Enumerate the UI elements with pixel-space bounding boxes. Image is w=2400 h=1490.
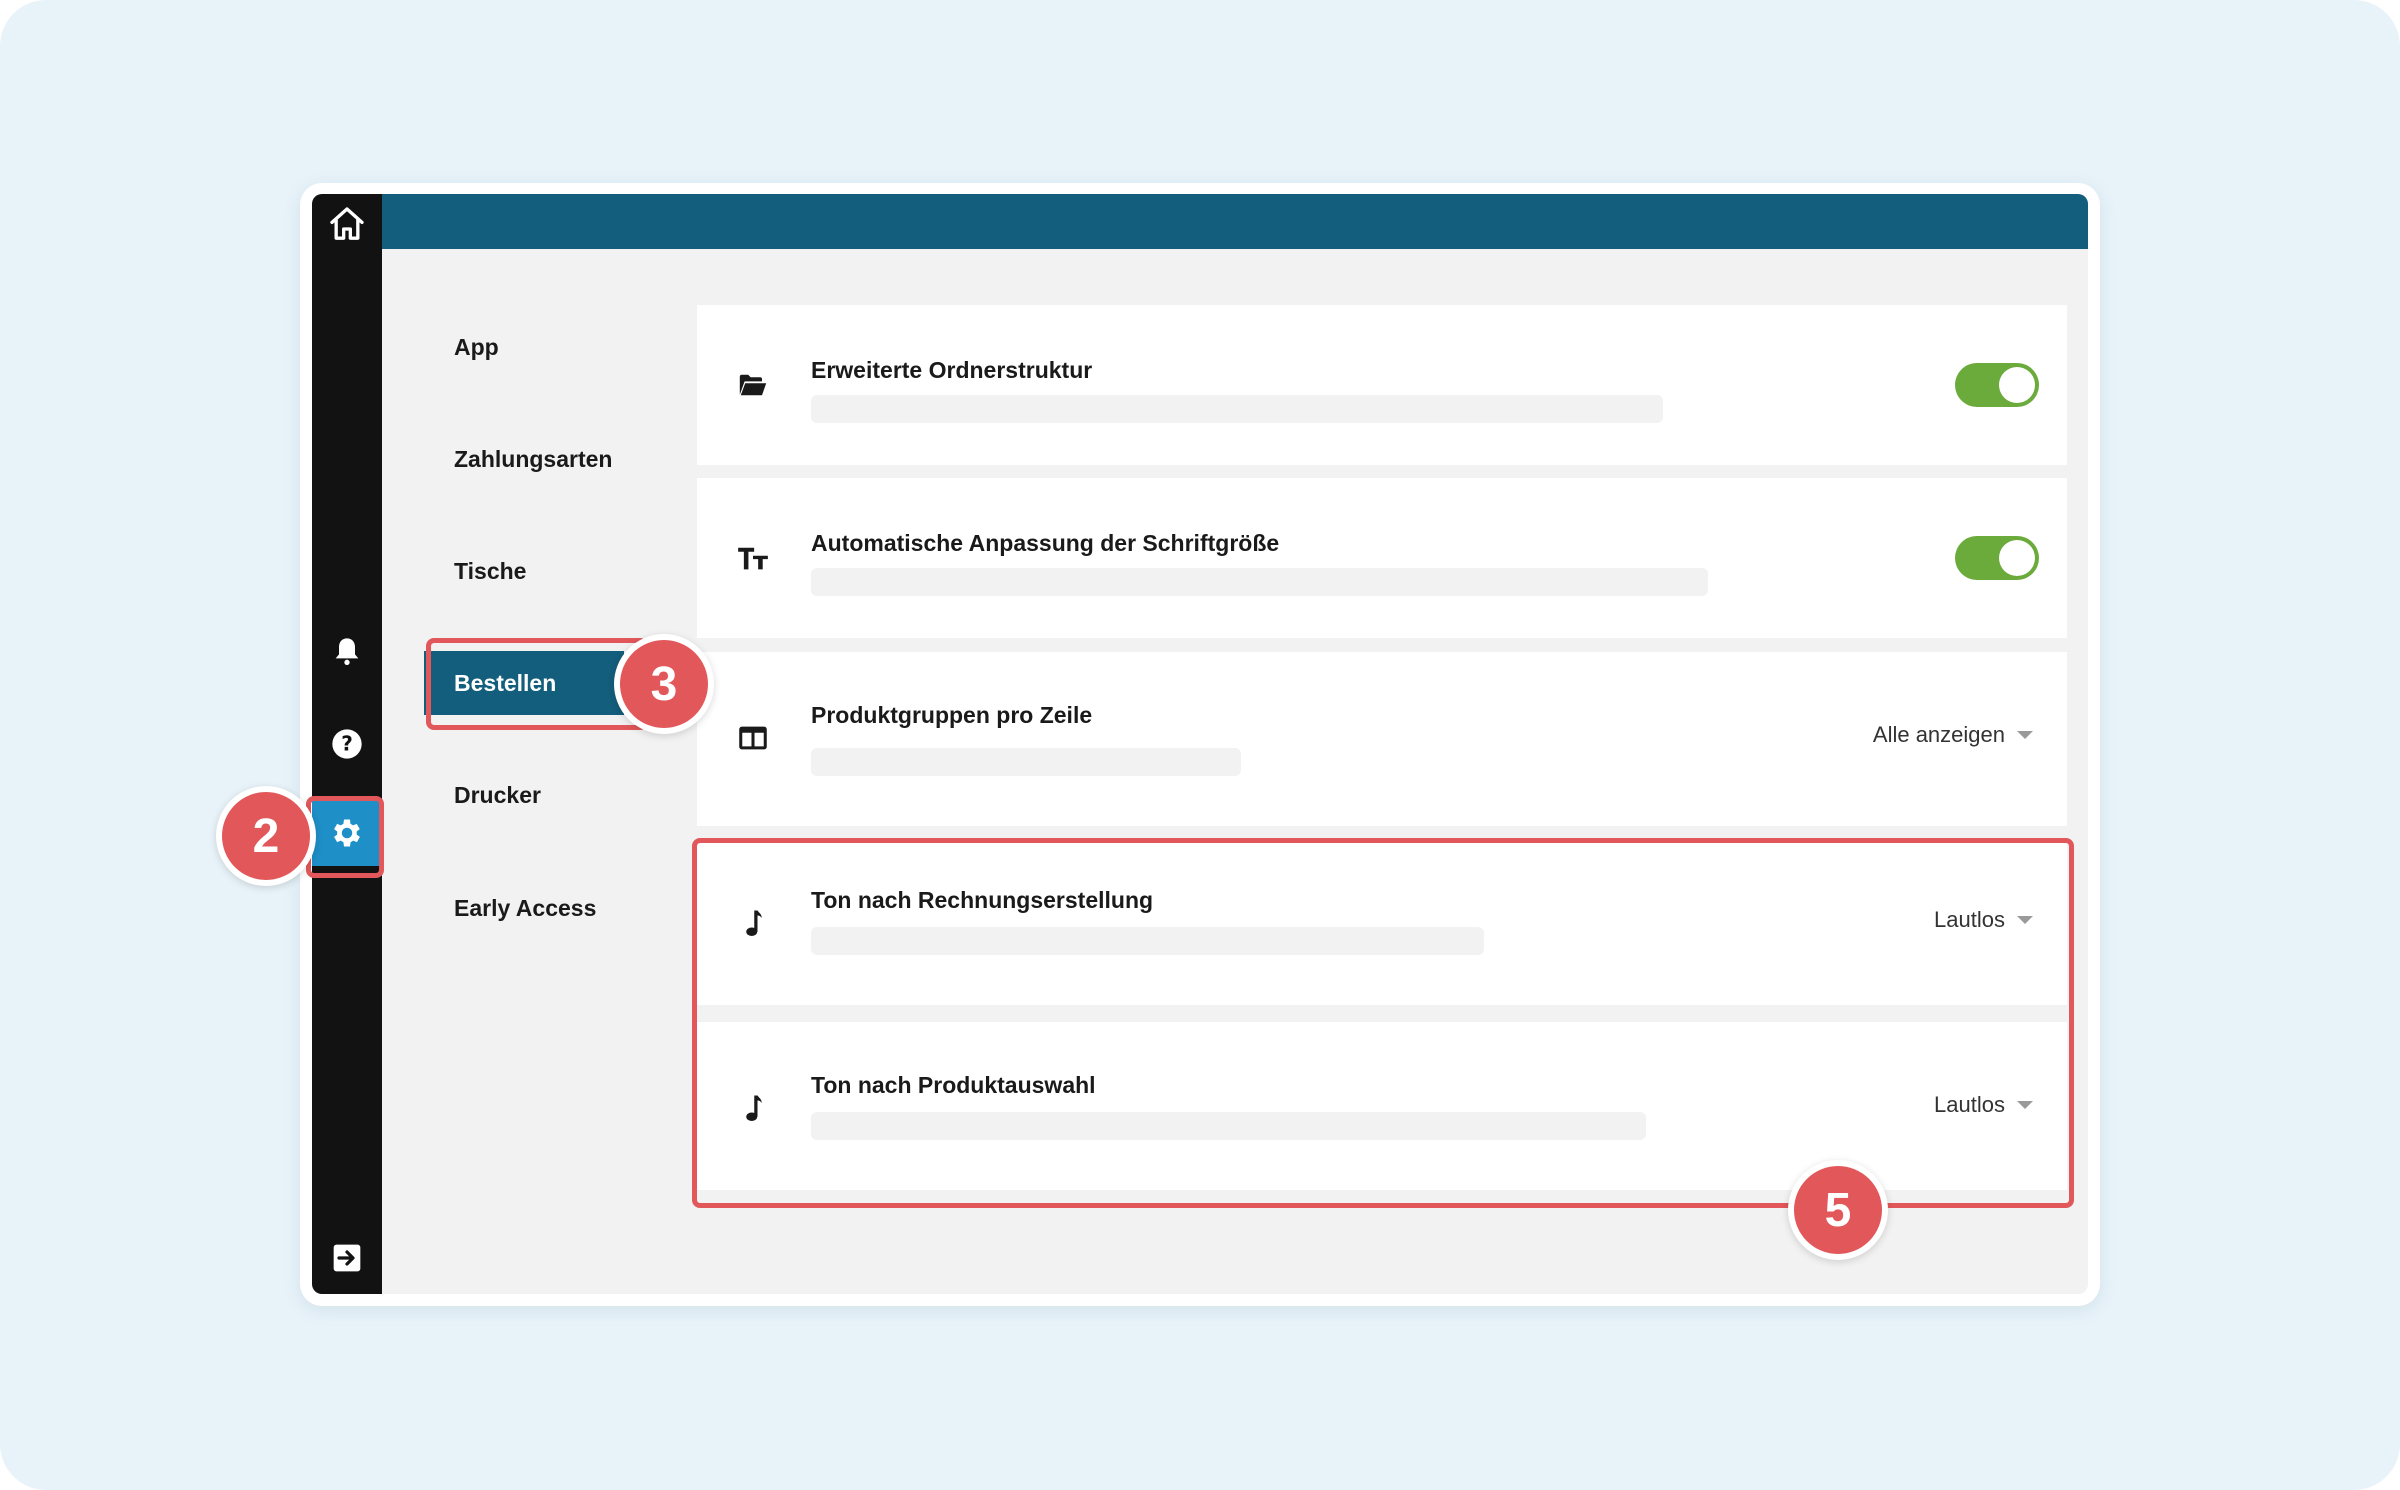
home-icon[interactable] <box>312 194 382 254</box>
step-badge-5: 5 <box>1788 1160 1888 1260</box>
produktgruppen-dropdown[interactable]: Alle anzeigen <box>1873 722 2033 748</box>
nav-item-tische[interactable]: Tische <box>424 539 634 603</box>
svg-text:?: ? <box>341 732 353 756</box>
toggle-switch[interactable] <box>1955 363 2039 407</box>
nav-item-drucker[interactable]: Drucker <box>424 763 634 827</box>
dropdown-value: Alle anzeigen <box>1872 722 2005 747</box>
help-icon[interactable]: ? <box>312 714 382 774</box>
top-bar <box>382 194 2088 249</box>
step-badge-2: 2 <box>216 786 316 886</box>
bell-icon[interactable] <box>312 621 382 681</box>
highlight-sound-settings <box>692 838 2074 1208</box>
setting-description-placeholder <box>811 395 1663 423</box>
setting-title: Produktgruppen pro Zeile <box>811 702 1093 728</box>
folder-open-icon <box>735 367 771 403</box>
nav-item-early-access[interactable]: Early Access <box>424 876 634 940</box>
nav-item-app[interactable]: App <box>424 315 634 379</box>
chevron-down-icon <box>2017 731 2033 739</box>
toggle-switch[interactable] <box>1955 536 2039 580</box>
toggle-knob <box>1999 367 2035 403</box>
text-size-icon <box>735 540 771 576</box>
step-badge-3: 3 <box>614 634 714 734</box>
setting-description-placeholder <box>811 748 1241 776</box>
setting-card-produktgruppen: Produktgruppen pro Zeile Alle anzeigen <box>697 652 2067 826</box>
icon-sidebar: ? <box>312 194 382 1294</box>
nav-item-zahlungsarten[interactable]: Zahlungsarten <box>424 427 634 491</box>
setting-description-placeholder <box>811 568 1708 596</box>
setting-title: Erweiterte Ordnerstruktur <box>811 357 1093 383</box>
setting-card-schriftgroesse: Automatische Anpassung der Schriftgröße <box>697 478 2067 638</box>
setting-title: Automatische Anpassung der Schriftgröße <box>811 530 1280 556</box>
setting-card-ordnerstruktur: Erweiterte Ordnerstruktur <box>697 305 2067 465</box>
logout-icon[interactable] <box>312 1228 382 1288</box>
highlight-settings <box>306 796 384 878</box>
toggle-knob <box>1999 540 2035 576</box>
columns-icon <box>735 720 771 756</box>
